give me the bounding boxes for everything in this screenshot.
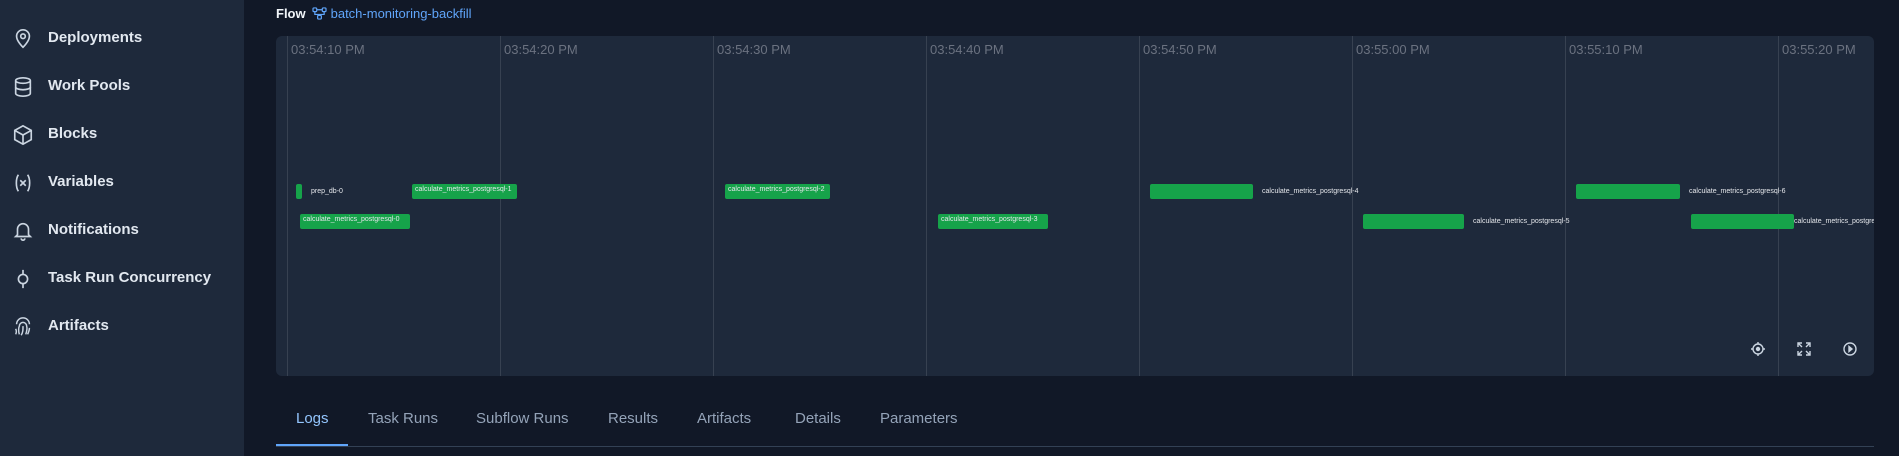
- active-tab-indicator: [276, 444, 348, 446]
- play-icon: [1843, 342, 1857, 356]
- tab-details[interactable]: Details: [795, 410, 841, 427]
- task-run-bar[interactable]: [1691, 214, 1794, 229]
- timeline-gridline: [1352, 36, 1353, 376]
- database-icon: [12, 76, 34, 98]
- sidebar-item-notifications[interactable]: Notifications: [0, 210, 244, 250]
- flow-label: Flow: [276, 5, 306, 21]
- task-run-label: calculate_metrics_postgresql-6: [1689, 188, 1786, 195]
- concurrency-icon: [12, 268, 34, 290]
- task-run-label: calculate_metrics_postgresql-1: [415, 186, 512, 193]
- timeline-gridline: [1778, 36, 1779, 376]
- sidebar-item-artifacts[interactable]: Artifacts: [0, 306, 244, 346]
- bell-icon: [12, 220, 34, 242]
- tab-task-runs[interactable]: Task Runs: [368, 410, 438, 427]
- timeline-tick-label: 03:54:50 PM: [1143, 42, 1217, 57]
- task-run-bar[interactable]: calculate_metrics_postgresql-1: [412, 184, 517, 199]
- crosshair-icon: [1751, 342, 1765, 356]
- tab-parameters[interactable]: Parameters: [880, 410, 958, 427]
- flow-name-link[interactable]: batch-monitoring-backfill: [331, 6, 472, 21]
- sidebar-item-label: Deployments: [48, 29, 143, 46]
- task-run-label: calculate_metrics_postgresql-4: [1262, 188, 1359, 195]
- sidebar-item-label: Blocks: [48, 125, 98, 142]
- sidebar-item-label: Artifacts: [48, 317, 109, 334]
- timeline-tick-label: 03:55:20 PM: [1782, 42, 1856, 57]
- timeline-gridline: [500, 36, 501, 376]
- play-button[interactable]: [1841, 340, 1859, 358]
- tab-logs[interactable]: Logs: [296, 410, 329, 427]
- timeline-gridline: [287, 36, 288, 376]
- sidebar-item-blocks[interactable]: Blocks: [0, 114, 244, 154]
- flow-run-timeline[interactable]: 03:54:10 PM 03:54:20 PM 03:54:30 PM 03:5…: [276, 36, 1874, 376]
- task-run-bar[interactable]: [1363, 214, 1464, 229]
- task-run-bar[interactable]: [296, 184, 302, 199]
- task-run-label: calculate_metrics_postgresql-0: [303, 216, 400, 223]
- task-run-bar[interactable]: calculate_metrics_postgresql-2: [725, 184, 830, 199]
- task-run-bar[interactable]: [1150, 184, 1253, 199]
- timeline-tick-label: 03:54:10 PM: [291, 42, 365, 57]
- cube-icon: [12, 124, 34, 146]
- sidebar-item-label: Notifications: [48, 221, 139, 238]
- tab-artifacts[interactable]: Artifacts: [697, 410, 751, 427]
- sidebar: Deployments Work Pools Blocks Variables …: [0, 0, 244, 456]
- sidebar-item-work-pools[interactable]: Work Pools: [0, 66, 244, 106]
- run-tabs: Logs Task Runs Subflow Runs Results Arti…: [276, 400, 1874, 447]
- sidebar-item-variables[interactable]: Variables: [0, 162, 244, 202]
- variable-icon: [12, 172, 34, 194]
- timeline-tick-label: 03:54:30 PM: [717, 42, 791, 57]
- timeline-gridline: [713, 36, 714, 376]
- timeline-tick-label: 03:55:10 PM: [1569, 42, 1643, 57]
- tab-subflow-runs[interactable]: Subflow Runs: [476, 410, 569, 427]
- timeline-gridline: [926, 36, 927, 376]
- flow-breadcrumb: Flow batch-monitoring-backfill: [276, 4, 472, 22]
- flow-icon: [312, 6, 327, 20]
- tab-results[interactable]: Results: [608, 410, 658, 427]
- sidebar-item-label: Task Run Concurrency: [48, 269, 212, 286]
- sidebar-item-deployments[interactable]: Deployments: [0, 18, 244, 58]
- timeline-tick-label: 03:54:40 PM: [930, 42, 1004, 57]
- sidebar-item-task-run-concurrency[interactable]: Task Run Concurrency: [0, 258, 244, 298]
- location-pin-icon: [12, 28, 34, 50]
- timeline-tick-label: 03:54:20 PM: [504, 42, 578, 57]
- task-run-bar[interactable]: calculate_metrics_postgresql-3: [938, 214, 1048, 229]
- expand-icon: [1797, 342, 1811, 356]
- timeline-tick-label: 03:55:00 PM: [1356, 42, 1430, 57]
- task-run-bar[interactable]: calculate_metrics_postgresql-0: [300, 214, 410, 229]
- fingerprint-icon: [12, 316, 34, 338]
- task-run-label: calculate_metrics_postgresql-7: [1794, 218, 1874, 225]
- fullscreen-button[interactable]: [1795, 340, 1813, 358]
- task-run-label: calculate_metrics_postgresql-2: [728, 186, 825, 193]
- task-run-label: calculate_metrics_postgresql-3: [941, 216, 1038, 223]
- timeline-gridline: [1139, 36, 1140, 376]
- sidebar-item-label: Work Pools: [48, 77, 131, 94]
- timeline-gridline: [1565, 36, 1566, 376]
- task-run-bar[interactable]: [1576, 184, 1680, 199]
- task-run-label: calculate_metrics_postgresql-5: [1473, 218, 1570, 225]
- task-run-label: prep_db-0: [311, 188, 343, 195]
- recenter-button[interactable]: [1749, 340, 1767, 358]
- sidebar-item-label: Variables: [48, 173, 114, 190]
